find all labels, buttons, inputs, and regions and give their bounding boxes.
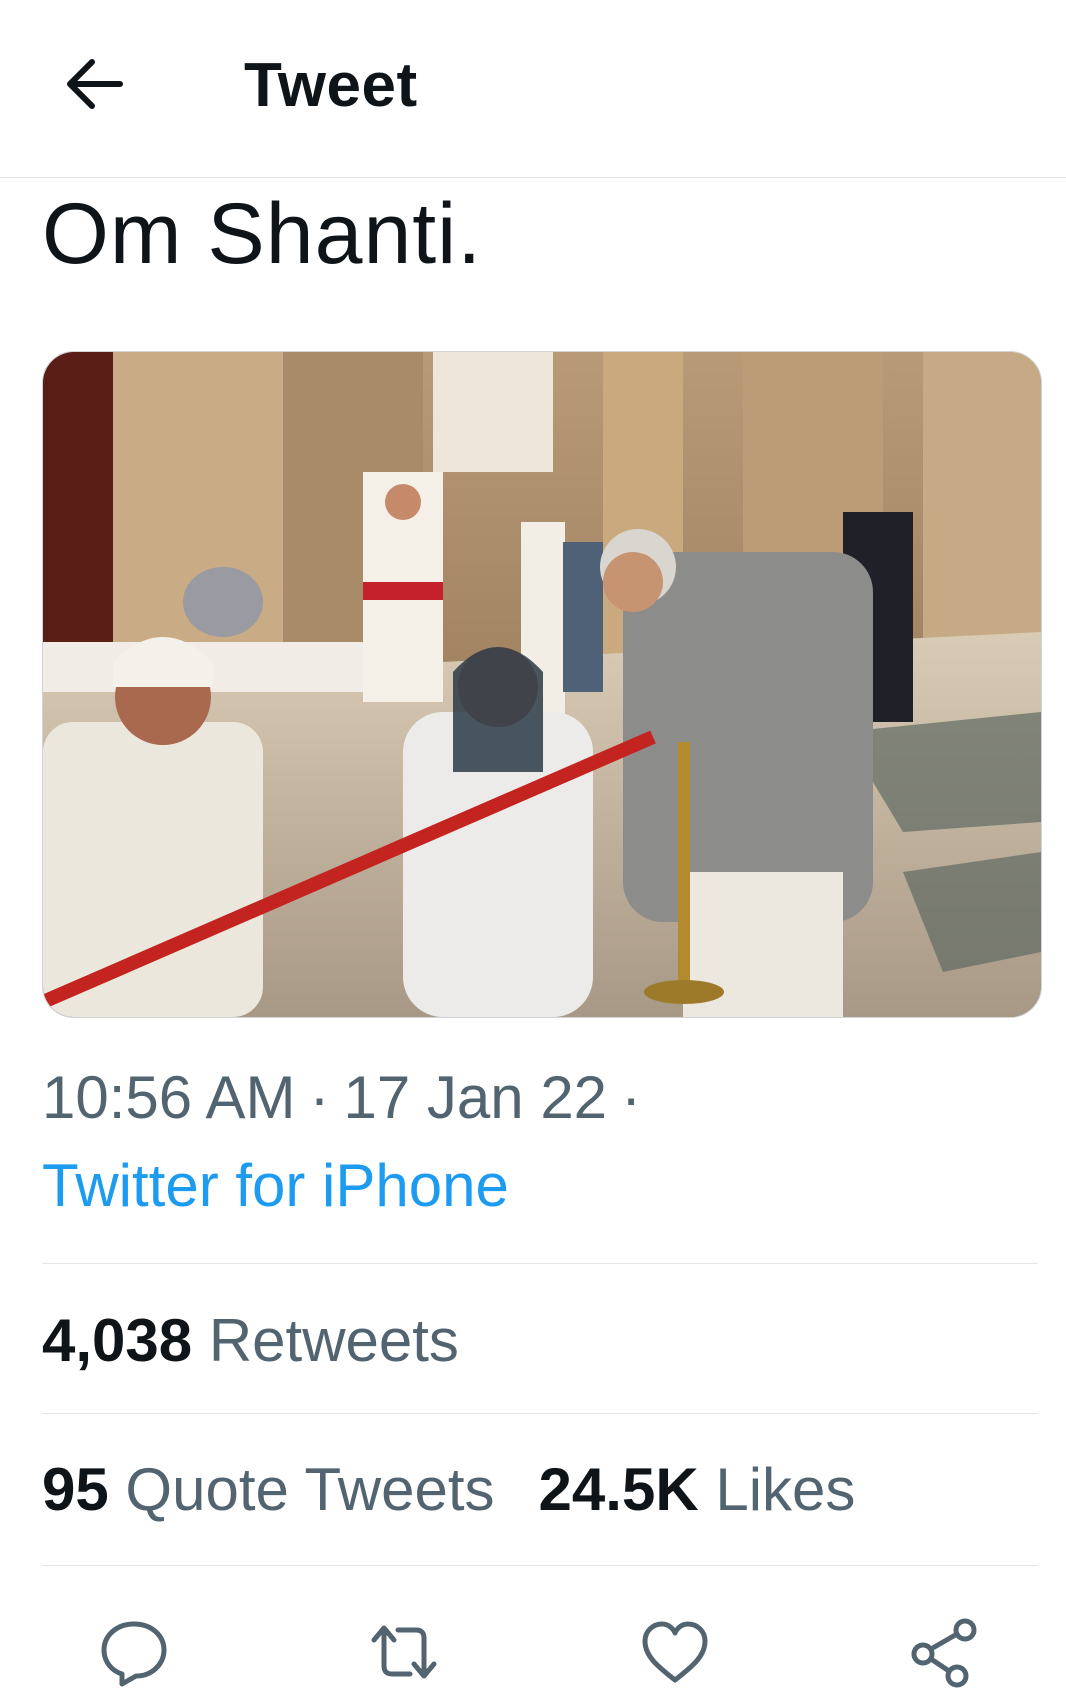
reply-button[interactable]: [96, 1614, 172, 1690]
tweet-photo[interactable]: [42, 351, 1042, 1018]
retweets-label: Retweets: [208, 1307, 459, 1374]
top-header: Tweet: [0, 0, 1066, 178]
quote-tweets-label: Quote Tweets: [125, 1456, 495, 1523]
back-button[interactable]: [60, 52, 132, 116]
retweet-stats-row: 4,038 Retweets: [42, 1306, 459, 1376]
share-icon: [911, 1618, 977, 1688]
retweet-button[interactable]: [366, 1614, 442, 1690]
tweet-action-bar: [0, 1600, 1066, 1698]
quote-tweets-stat[interactable]: 95 Quote Tweets: [42, 1456, 495, 1523]
photo-illustration: [43, 352, 1041, 1017]
divider: [42, 1413, 1038, 1414]
tweet-date: 17 Jan 22: [343, 1064, 608, 1131]
retweet-icon: [371, 1625, 437, 1679]
page-title: Tweet: [244, 51, 418, 120]
arrow-left-icon: [67, 59, 123, 109]
reply-icon: [101, 1621, 167, 1687]
quote-tweets-count: 95: [42, 1456, 109, 1523]
likes-label: Likes: [715, 1456, 856, 1523]
tweet-timestamp: 10:56 AM · 17 Jan 22 ·: [42, 1063, 655, 1133]
tweet-time: 10:56 AM: [42, 1064, 296, 1131]
like-button[interactable]: [637, 1614, 713, 1690]
retweets-count: 4,038: [42, 1307, 193, 1374]
separator-dot: ·: [621, 1064, 642, 1131]
separator-dot: ·: [309, 1064, 330, 1131]
divider: [42, 1565, 1038, 1566]
likes-count: 24.5K: [538, 1456, 699, 1523]
likes-stat[interactable]: 24.5K Likes: [539, 1456, 856, 1523]
tweet-text: Om Shanti.: [42, 186, 483, 282]
heart-icon: [642, 1621, 708, 1683]
divider: [42, 1263, 1038, 1264]
share-button[interactable]: [907, 1614, 983, 1690]
retweets-stat[interactable]: 4,038 Retweets: [42, 1307, 459, 1374]
tweet-source-link[interactable]: Twitter for iPhone: [42, 1151, 509, 1221]
engagement-stats-row: 95 Quote Tweets 24.5K Likes: [42, 1455, 855, 1525]
